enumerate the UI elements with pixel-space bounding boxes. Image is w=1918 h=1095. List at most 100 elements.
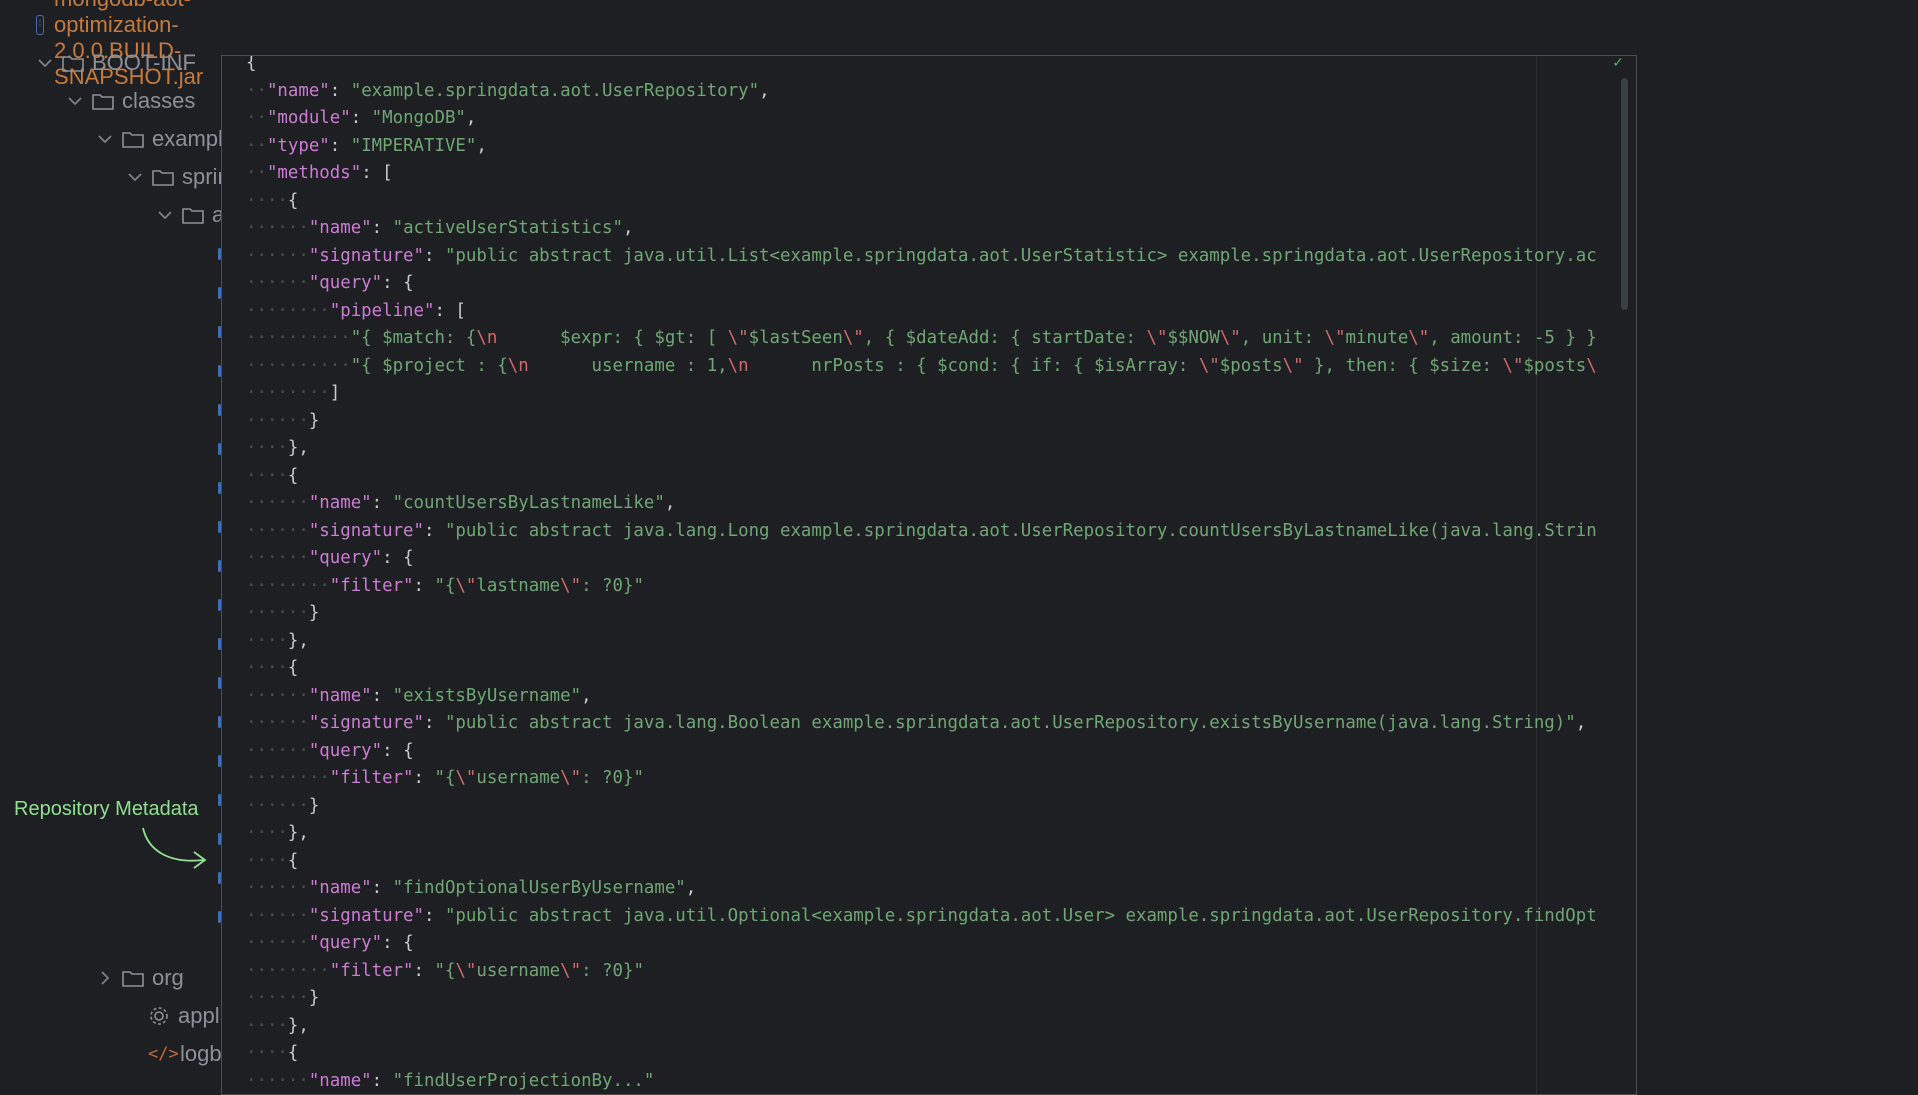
code-line[interactable]: ······"name": "activeUserStatistics", bbox=[246, 215, 633, 243]
code-line[interactable]: ··········"{ $project : {\n username : 1… bbox=[246, 353, 1597, 381]
code-line[interactable]: ··········"{ $match: {\n $expr: { $gt: [… bbox=[246, 325, 1597, 353]
tree-item-classes[interactable]: classes bbox=[66, 86, 195, 116]
code-token: : bbox=[424, 713, 445, 733]
code-token: "signature" bbox=[309, 713, 424, 733]
code-line[interactable]: ··"name": "example.springdata.aot.UserRe… bbox=[246, 78, 770, 106]
indent-whitespace-marker: ········ bbox=[246, 768, 330, 788]
code-line[interactable]: ······"signature": "public abstract java… bbox=[246, 518, 1597, 546]
code-line[interactable]: ··"type": "IMPERATIVE", bbox=[246, 133, 487, 161]
code-token: "filter" bbox=[330, 576, 414, 596]
code-token: , bbox=[623, 218, 633, 238]
code-area[interactable]: {··"name": "example.springdata.aot.UserR… bbox=[222, 56, 1636, 1094]
code-token: "module" bbox=[267, 108, 351, 128]
indent-whitespace-marker: ·········· bbox=[246, 356, 351, 376]
json-editor-popup[interactable]: {··"name": "example.springdata.aot.UserR… bbox=[221, 55, 1637, 1095]
code-token: : { bbox=[382, 273, 413, 293]
code-line[interactable]: ··"methods": [ bbox=[246, 160, 393, 188]
code-token: \ bbox=[1586, 356, 1596, 376]
code-line[interactable]: ······"name": "existsByUsername", bbox=[246, 683, 592, 711]
code-line[interactable]: ····}, bbox=[246, 1013, 309, 1041]
chevron-down-icon[interactable] bbox=[96, 134, 114, 144]
code-token: $posts bbox=[1523, 356, 1586, 376]
code-line[interactable]: ······} bbox=[246, 985, 319, 1013]
code-line[interactable]: ······"name": "countUsersByLastnameLike"… bbox=[246, 490, 675, 518]
code-line[interactable]: ····{ bbox=[246, 655, 298, 683]
code-token: : bbox=[414, 768, 435, 788]
indent-whitespace-marker: ······ bbox=[246, 933, 309, 953]
code-token: } bbox=[309, 411, 319, 431]
code-line[interactable]: ····}, bbox=[246, 628, 309, 656]
code-line[interactable]: ······} bbox=[246, 600, 319, 628]
code-token: "IMPERATIVE" bbox=[351, 136, 477, 156]
code-line[interactable]: ····{ bbox=[246, 463, 298, 491]
code-line[interactable]: ······"signature": "public abstract java… bbox=[246, 710, 1586, 738]
code-token: { bbox=[288, 191, 298, 211]
code-token: username bbox=[476, 768, 560, 788]
code-token: : [ bbox=[434, 301, 465, 321]
indent-whitespace-marker: ······ bbox=[246, 741, 309, 761]
code-token: "public abstract java.lang.Boolean examp… bbox=[445, 713, 1576, 733]
tree-item-example[interactable]: example bbox=[96, 124, 235, 154]
indent-whitespace-marker: ······ bbox=[246, 548, 309, 568]
code-token: : bbox=[372, 1071, 393, 1091]
indent-whitespace-marker: ······ bbox=[246, 521, 309, 541]
code-line[interactable]: ········"filter": "{\"username\": ?0}" bbox=[246, 958, 644, 986]
code-token: "countUsersByLastnameLike" bbox=[393, 493, 665, 513]
chevron-right-icon[interactable] bbox=[96, 971, 114, 985]
code-line[interactable]: ······"query": { bbox=[246, 270, 414, 298]
code-line[interactable]: ········"pipeline": [ bbox=[246, 298, 466, 326]
indent-whitespace-marker: ······ bbox=[246, 603, 309, 623]
code-token: "example.springdata.aot.UserRepository" bbox=[351, 81, 759, 101]
code-token: "signature" bbox=[309, 246, 424, 266]
code-line[interactable]: ······"signature": "public abstract java… bbox=[246, 903, 1597, 931]
code-token: }, bbox=[288, 438, 309, 458]
code-token: : bbox=[372, 218, 393, 238]
code-line[interactable]: ········"filter": "{\"username\": ?0}" bbox=[246, 765, 644, 793]
code-token: "signature" bbox=[309, 906, 424, 926]
code-line[interactable]: ····{ bbox=[246, 1040, 298, 1068]
code-line[interactable]: ······"query": { bbox=[246, 545, 414, 573]
code-line[interactable]: ····{ bbox=[246, 848, 298, 876]
code-line[interactable]: ······"query": { bbox=[246, 738, 414, 766]
tree-item-org[interactable]: org bbox=[96, 963, 184, 993]
chevron-down-icon[interactable] bbox=[66, 96, 84, 106]
vertical-scrollbar[interactable] bbox=[1621, 78, 1628, 310]
code-token: "name" bbox=[309, 218, 372, 238]
annotation-arrow-icon bbox=[138, 826, 210, 878]
code-line[interactable]: ··"module": "MongoDB", bbox=[246, 105, 476, 133]
annotation-label: Repository Metadata bbox=[14, 798, 199, 821]
code-line[interactable]: { bbox=[246, 55, 256, 78]
chevron-down-icon[interactable] bbox=[36, 58, 54, 68]
code-line[interactable]: ······"name": "findOptionalUserByUsernam… bbox=[246, 875, 696, 903]
tree-item-boot-inf[interactable]: BOOT-INF bbox=[36, 48, 196, 78]
code-token: lastname bbox=[476, 576, 560, 596]
code-line[interactable]: ······} bbox=[246, 408, 319, 436]
code-line[interactable]: ······"query": { bbox=[246, 930, 414, 958]
indent-whitespace-marker: ·········· bbox=[246, 328, 351, 348]
jar-icon: ⁞ bbox=[36, 15, 44, 35]
code-line[interactable]: ······"signature": "public abstract java… bbox=[246, 243, 1597, 271]
code-token: : { bbox=[382, 933, 413, 953]
chevron-down-icon[interactable] bbox=[156, 210, 174, 220]
code-line[interactable]: ····{ bbox=[246, 188, 298, 216]
folder-icon bbox=[122, 130, 144, 148]
code-line[interactable]: ····}, bbox=[246, 435, 309, 463]
code-token: { bbox=[288, 851, 298, 871]
code-token: { bbox=[288, 658, 298, 678]
indent-whitespace-marker: ·· bbox=[246, 81, 267, 101]
indent-whitespace-marker: ······ bbox=[246, 1071, 309, 1091]
code-token: "filter" bbox=[330, 961, 414, 981]
code-line[interactable]: ········"filter": "{\"lastname\": ?0}" bbox=[246, 573, 644, 601]
code-line[interactable]: ········] bbox=[246, 380, 340, 408]
code-token: , amount: -5 } } bbox=[1429, 328, 1597, 348]
jar-file-item[interactable]: ⁞ spring-data-mongodb-aot-optimization-2… bbox=[36, 10, 220, 40]
code-line[interactable]: ····}, bbox=[246, 820, 309, 848]
check-icon: ✓ bbox=[1612, 55, 1624, 71]
folder-icon bbox=[182, 206, 204, 224]
chevron-down-icon[interactable] bbox=[126, 172, 144, 182]
code-line[interactable]: ······"name": "findUserProjectionBy..." bbox=[246, 1068, 654, 1095]
code-line[interactable]: ······} bbox=[246, 793, 319, 821]
indent-whitespace-marker: ······ bbox=[246, 218, 309, 238]
code-token: , { $dateAdd: { startDate: bbox=[864, 328, 1147, 348]
code-token: , bbox=[759, 81, 769, 101]
